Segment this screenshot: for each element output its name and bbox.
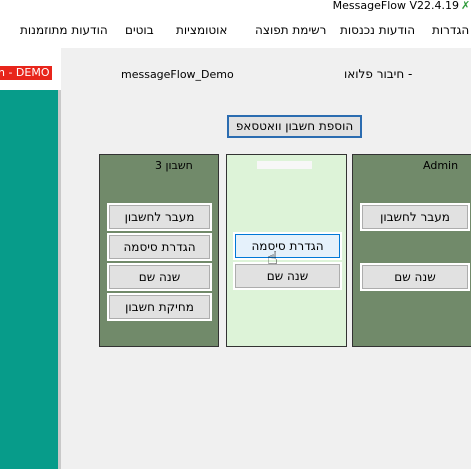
demo-badge: n - DEMO xyxy=(0,66,52,80)
menu-item-automations[interactable]: אוטומציות xyxy=(176,23,227,37)
account-card-title-redacted xyxy=(257,161,312,169)
window-title: MessageFlow V22.4.19 xyxy=(332,0,459,12)
menu-item-bots[interactable]: בוטים xyxy=(125,23,154,37)
account-card-title: חשבון 3 xyxy=(155,159,193,172)
switch-account-button[interactable]: מעבר לחשבון xyxy=(360,203,470,231)
menu-item-scheduled-messages[interactable]: הודעות מתוזמנות xyxy=(20,23,108,37)
teal-side-panel xyxy=(0,90,58,469)
account-card-current: הגדרת סיסמה שנה שם xyxy=(226,154,347,347)
account-card-3: חשבון 3 מעבר לחשבון הגדרת סיסמה שנה שם מ… xyxy=(99,154,219,347)
title-bar: MessageFlow V22.4.19 ✗ xyxy=(0,0,471,14)
menu-item-settings[interactable]: הגדרות xyxy=(432,23,469,37)
set-password-button[interactable]: הגדרת סיסמה xyxy=(107,233,212,261)
menu-bar: הגדרות הודעות נכנסות רשימת תפוצה אוטומצי… xyxy=(0,14,471,49)
set-password-button[interactable]: הגדרת סיסמה xyxy=(233,232,342,260)
delete-account-button[interactable]: מחיקת חשבון xyxy=(107,293,212,321)
account-name: messageFlow_Demo xyxy=(121,68,234,81)
menu-item-mailing-list[interactable]: רשימת תפוצה xyxy=(255,23,326,37)
rename-button[interactable]: שנה שם xyxy=(107,263,212,291)
account-card-admin: Admin מעבר לחשבון שנה שם xyxy=(352,154,471,347)
app-icon: ✗ xyxy=(461,0,471,12)
rename-button[interactable]: שנה שם xyxy=(360,263,470,291)
menu-item-incoming-messages[interactable]: הודעות נכנסות xyxy=(340,23,415,37)
add-whatsapp-account-button[interactable]: הוספת חשבון וואטסאפ xyxy=(227,115,362,138)
account-card-title: Admin xyxy=(423,159,459,172)
hand-cursor-icon: ☝ xyxy=(267,248,278,269)
switch-account-button[interactable]: מעבר לחשבון xyxy=(107,203,212,231)
connection-label: חיבור פלואו - xyxy=(344,67,413,81)
rename-button[interactable]: שנה שם xyxy=(233,262,342,290)
